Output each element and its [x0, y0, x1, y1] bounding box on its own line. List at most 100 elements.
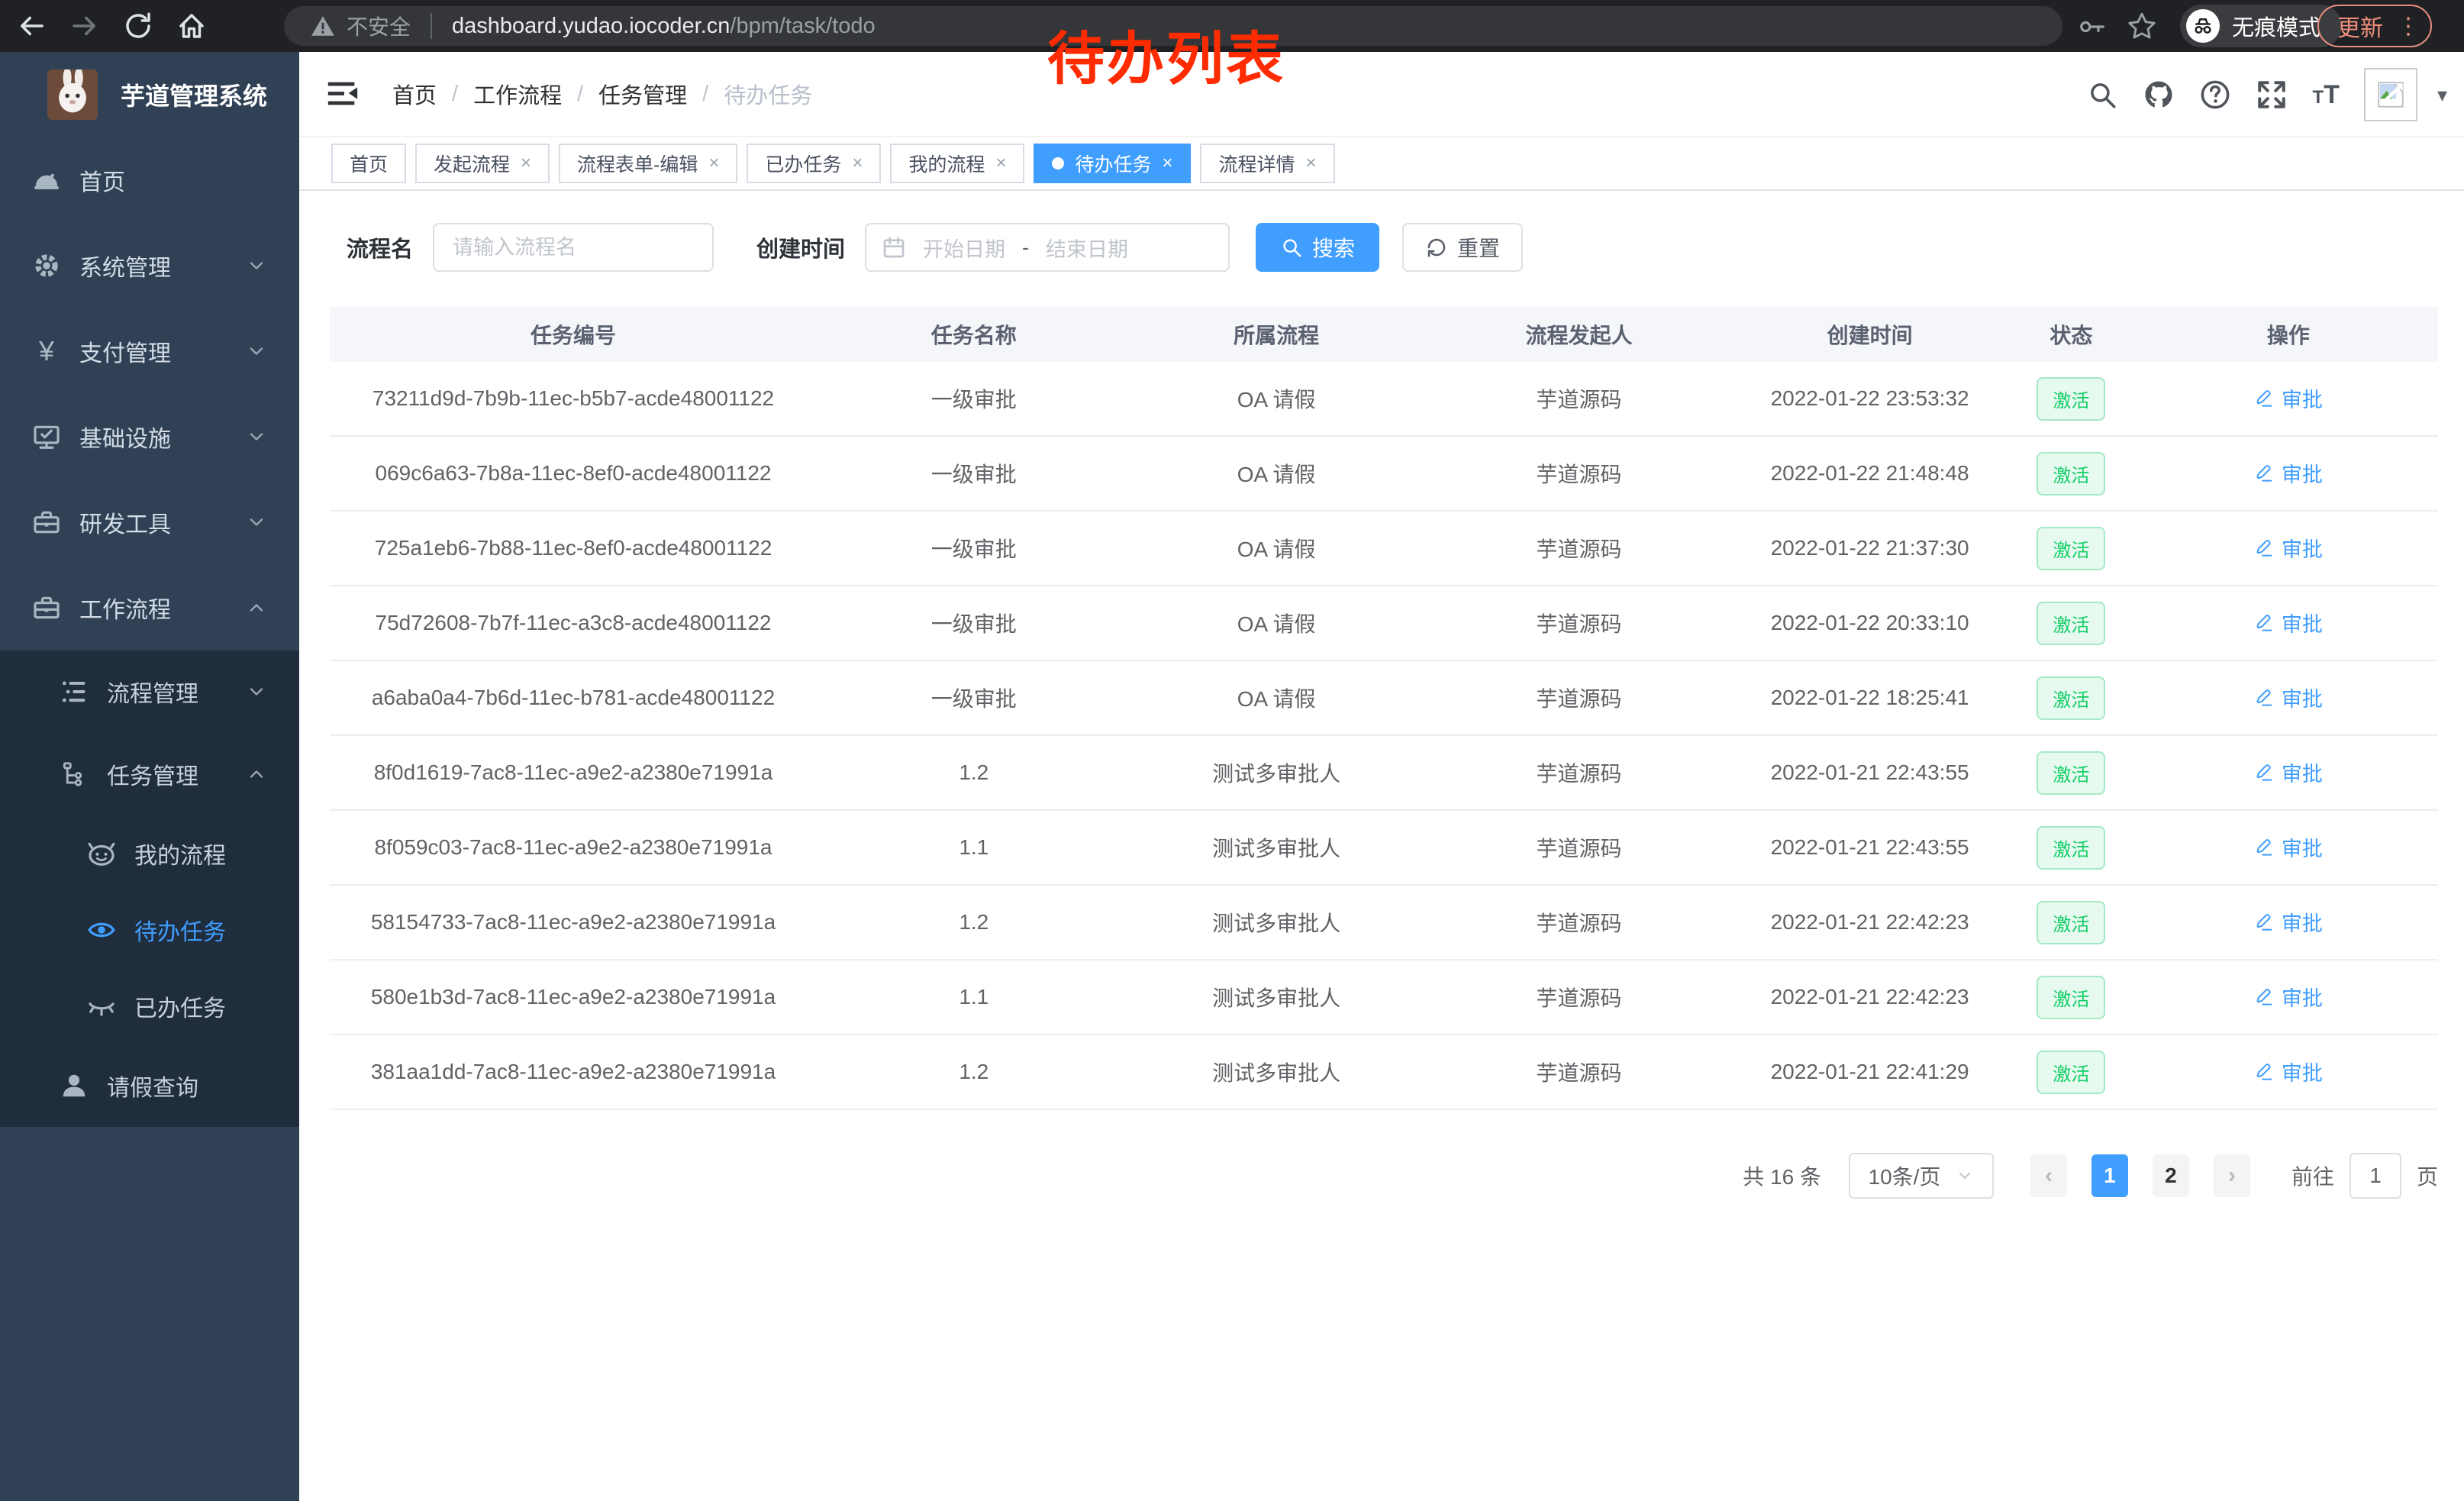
close-icon[interactable]: × [852, 153, 863, 174]
breadcrumb-task-management[interactable]: 任务管理 [598, 78, 687, 110]
sidebar-collapse-icon[interactable] [325, 76, 360, 111]
reset-button[interactable]: 重置 [1402, 223, 1523, 272]
status-badge: 激活 [2037, 751, 2105, 795]
approve-link[interactable]: 审批 [2254, 907, 2323, 937]
page-size-select[interactable]: 10条/页 [1849, 1153, 1994, 1199]
face-icon [87, 839, 116, 868]
sidebar-item-process-management[interactable]: 流程管理 [0, 650, 299, 733]
table-row: 58154733-7ac8-11ec-a9e2-a2380e71991a 1.2… [330, 886, 2438, 960]
password-key-icon[interactable] [2078, 12, 2107, 41]
approve-label: 审批 [2282, 832, 2323, 862]
sidebar-item-system[interactable]: 系统管理 [0, 223, 299, 308]
sidebar-item-task-management[interactable]: 任务管理 [0, 733, 299, 815]
github-icon[interactable] [2143, 79, 2175, 111]
tab-process-form-edit[interactable]: 流程表单-编辑 × [559, 144, 737, 183]
process-name-input[interactable] [433, 223, 714, 272]
goto-unit: 页 [2417, 1160, 2438, 1191]
approve-link[interactable]: 审批 [2254, 533, 2323, 563]
home-icon[interactable] [176, 10, 208, 42]
breadcrumb-home[interactable]: 首页 [392, 78, 437, 110]
sidebar-logo[interactable]: 芋道管理系统 [0, 52, 299, 137]
approve-link[interactable]: 审批 [2254, 458, 2323, 488]
caret-down-icon[interactable]: ▾ [2437, 83, 2447, 107]
sidebar-item-my-process[interactable]: 我的流程 [0, 815, 299, 892]
pencil-icon [2254, 537, 2275, 558]
tab-done-tasks[interactable]: 已办任务 × [747, 144, 881, 183]
workflow-submenu: 流程管理 任务管理 我的流程 待办任务 已办 [0, 650, 299, 1127]
pencil-icon [2254, 612, 2275, 633]
approve-link[interactable]: 审批 [2254, 1057, 2323, 1086]
cell-process: OA 请假 [1131, 383, 1422, 414]
sidebar-item-dev-tools[interactable]: 研发工具 [0, 479, 299, 565]
cell-status: 激活 [2004, 377, 2139, 421]
process-name-label: 流程名 [347, 231, 413, 263]
sidebar-item-label: 我的流程 [134, 837, 226, 870]
close-icon[interactable]: × [995, 153, 1006, 174]
back-icon[interactable] [15, 10, 47, 42]
browser-update-button[interactable]: 更新 ⋮ [2317, 5, 2432, 47]
bookmark-star-icon[interactable] [2127, 11, 2157, 41]
approve-link[interactable]: 审批 [2254, 608, 2323, 638]
next-page-button[interactable]: › [2214, 1154, 2250, 1197]
pagination: 共 16 条 10条/页 ‹ 1 2 › 前往 页 [330, 1153, 2438, 1199]
screen: 不安全 dashboard.yudao.iocoder.cn /bpm/task… [0, 0, 2464, 1501]
approve-link[interactable]: 审批 [2254, 832, 2323, 862]
approve-link[interactable]: 审批 [2254, 757, 2323, 787]
col-header-create-time: 创建时间 [1736, 319, 2004, 350]
breadcrumb-separator: / [577, 82, 583, 107]
sidebar-item-infrastructure[interactable]: 基础设施 [0, 394, 299, 479]
forward-icon[interactable] [69, 10, 101, 42]
font-size-icon[interactable]: TT [2312, 80, 2339, 110]
col-header-process: 所属流程 [1131, 319, 1422, 350]
cell-task-id: 73211d9d-7b9b-11ec-b5b7-acde48001122 [330, 386, 817, 411]
cell-status: 激活 [2004, 602, 2139, 645]
breadcrumb-workflow[interactable]: 工作流程 [473, 78, 562, 110]
create-time-label: 创建时间 [756, 231, 845, 263]
tab-process-detail[interactable]: 流程详情 × [1200, 144, 1334, 183]
sidebar-item-label: 任务管理 [107, 757, 198, 791]
approve-label: 审批 [2282, 533, 2323, 563]
cell-create-time: 2022-01-21 22:41:29 [1736, 1060, 2004, 1084]
reload-icon[interactable] [122, 10, 154, 42]
approve-link[interactable]: 审批 [2254, 982, 2323, 1012]
close-icon[interactable]: × [1306, 153, 1317, 174]
cell-create-time: 2022-01-22 21:48:48 [1736, 461, 2004, 486]
approve-link[interactable]: 审批 [2254, 683, 2323, 712]
cell-status: 激活 [2004, 976, 2139, 1019]
close-icon[interactable]: × [708, 153, 719, 174]
status-badge: 激活 [2037, 377, 2105, 421]
tab-start-process[interactable]: 发起流程 × [415, 144, 550, 183]
fullscreen-icon[interactable] [2256, 79, 2288, 111]
sidebar-item-workflow[interactable]: 工作流程 [0, 565, 299, 650]
approve-link[interactable]: 审批 [2254, 383, 2323, 413]
tab-home[interactable]: 首页 [331, 144, 406, 183]
overlay-annotation: 待办列表 [1047, 12, 1285, 95]
tab-label: 流程详情 [1218, 150, 1295, 177]
close-icon[interactable]: × [521, 153, 531, 174]
cell-actions: 审批 [2139, 533, 2438, 563]
avatar[interactable] [2364, 68, 2417, 121]
help-icon[interactable] [2199, 79, 2231, 111]
page-button-1[interactable]: 1 [2091, 1154, 2128, 1197]
sidebar-item-home[interactable]: 首页 [0, 137, 299, 223]
close-icon[interactable]: × [1162, 153, 1172, 174]
cell-process: 测试多审批人 [1131, 982, 1422, 1012]
search-button[interactable]: 搜索 [1256, 223, 1379, 272]
tab-todo-tasks[interactable]: 待办任务 × [1034, 144, 1191, 183]
sidebar-item-todo-tasks[interactable]: 待办任务 [0, 892, 299, 968]
prev-page-button[interactable]: ‹ [2030, 1154, 2067, 1197]
status-badge: 激活 [2037, 826, 2105, 870]
date-range-picker[interactable]: 开始日期 - 结束日期 [865, 223, 1230, 272]
cell-task-id: 8f059c03-7ac8-11ec-a9e2-a2380e71991a [330, 835, 817, 860]
sidebar-item-done-tasks[interactable]: 已办任务 [0, 968, 299, 1044]
tab-my-process[interactable]: 我的流程 × [890, 144, 1024, 183]
tab-label: 我的流程 [908, 150, 985, 177]
goto-page-input[interactable] [2350, 1153, 2401, 1199]
page-button-2[interactable]: 2 [2153, 1154, 2189, 1197]
cell-task-name: 1.1 [817, 985, 1131, 1009]
search-icon[interactable] [2086, 79, 2118, 111]
sidebar-item-leave-query[interactable]: 请假查询 [0, 1044, 299, 1127]
col-header-status: 状态 [2004, 319, 2139, 350]
browser-menu-icon[interactable]: ⋮ [2397, 13, 2420, 40]
sidebar-item-payment[interactable]: ¥ 支付管理 [0, 308, 299, 394]
